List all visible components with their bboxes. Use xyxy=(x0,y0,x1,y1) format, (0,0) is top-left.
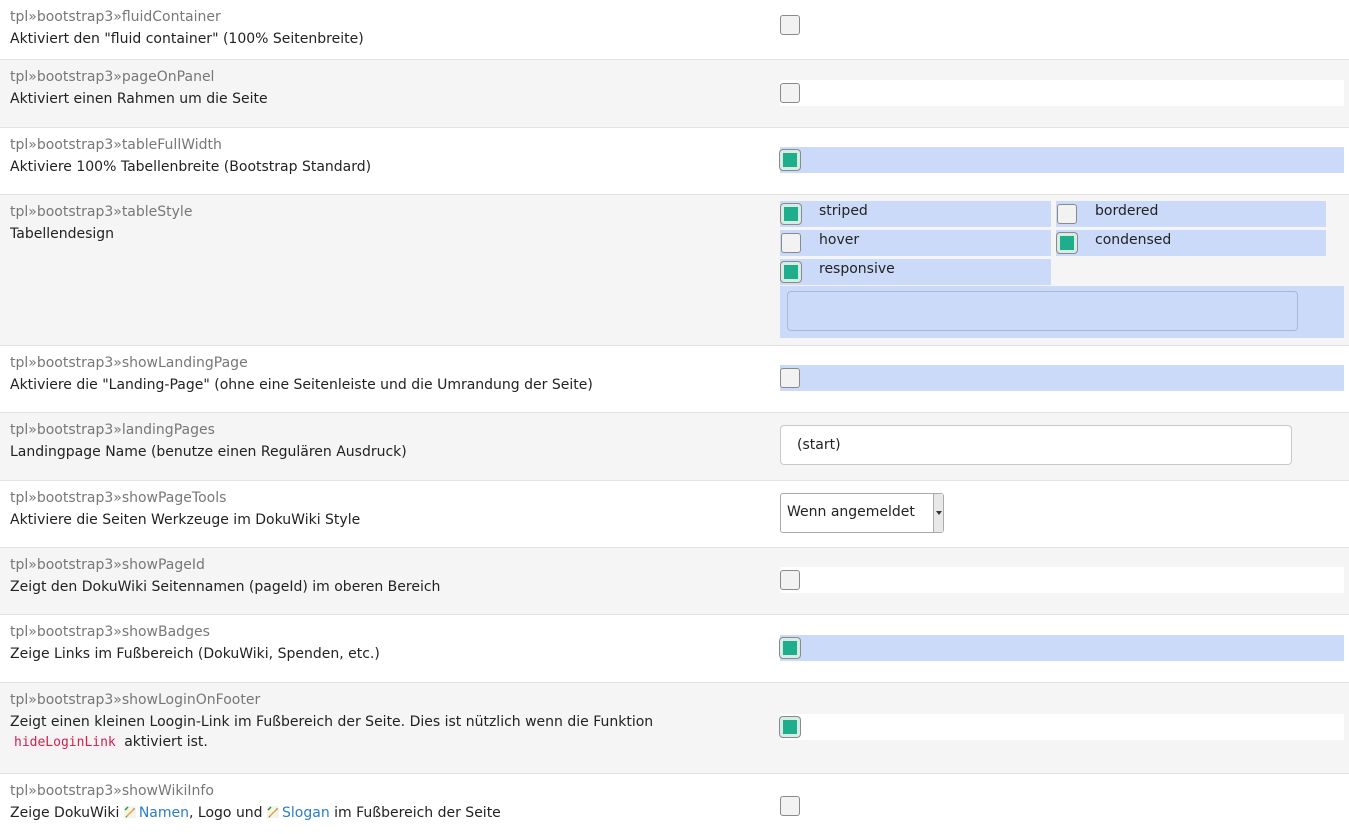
setting-label: tpl»bootstrap3»showPageId Zeigt den Doku… xyxy=(10,555,760,597)
checkbox-wrap xyxy=(780,147,1344,173)
description-mid: , Logo und xyxy=(189,805,263,821)
setting-key: tpl»bootstrap3»tableStyle xyxy=(10,204,193,220)
setting-description: Aktiviert den "fluid container" (100% Se… xyxy=(10,31,364,47)
option-striped[interactable]: striped xyxy=(780,201,1051,227)
showpagetools-select[interactable]: Wenn angemeldet xyxy=(780,493,944,533)
setting-row-tablestyle: tpl»bootstrap3»tableStyle Tabellendesign… xyxy=(0,195,1349,346)
setting-key: tpl»bootstrap3»showLandingPage xyxy=(10,355,248,371)
setting-row-fluidcontainer: tpl»bootstrap3»fluidContainer Aktiviert … xyxy=(0,0,1349,60)
setting-row-showloginonfooter: tpl»bootstrap3»showLoginOnFooter Zeigt e… xyxy=(0,683,1349,774)
pencil-icon xyxy=(123,806,136,818)
option-bordered[interactable]: bordered xyxy=(1056,201,1326,227)
select-value: Wenn angemeldet xyxy=(787,504,915,520)
setting-label: tpl»bootstrap3»landingPages Landingpage … xyxy=(10,420,760,462)
setting-key: tpl»bootstrap3»landingPages xyxy=(10,422,215,438)
setting-description: Aktiviert einen Rahmen um die Seite xyxy=(10,91,268,107)
checkbox-wrap xyxy=(780,714,1344,740)
pencil-icon xyxy=(267,806,280,818)
option-label: striped xyxy=(819,203,868,219)
showpageid-checkbox[interactable] xyxy=(780,570,800,590)
option-hover[interactable]: hover xyxy=(780,230,1051,256)
option-condensed[interactable]: condensed xyxy=(1056,230,1326,256)
setting-row-showlandingpage: tpl»bootstrap3»showLandingPage Aktiviere… xyxy=(0,346,1349,413)
tablefullwidth-checkbox[interactable] xyxy=(780,150,800,170)
setting-description: Zeige DokuWiki Namen, Logo und Slogan im… xyxy=(10,803,760,823)
setting-key: tpl»bootstrap3»showWikiInfo xyxy=(10,783,214,799)
setting-key: tpl»bootstrap3»showPageTools xyxy=(10,490,227,506)
option-label: bordered xyxy=(1095,203,1159,219)
showwikiinfo-checkbox[interactable] xyxy=(780,796,800,816)
checkbox-wrap xyxy=(780,635,1344,661)
setting-label: tpl»bootstrap3»tableFullWidth Aktiviere … xyxy=(10,135,760,177)
setting-label: tpl»bootstrap3»pageOnPanel Aktiviert ein… xyxy=(10,67,760,109)
option-label: responsive xyxy=(819,261,895,277)
landingpages-input[interactable]: (start) xyxy=(780,425,1292,465)
setting-label: tpl»bootstrap3»showLoginOnFooter Zeigt e… xyxy=(10,690,760,753)
description-prefix: Zeige DokuWiki xyxy=(10,805,120,821)
setting-description: Aktiviere die "Landing-Page" (ohne eine … xyxy=(10,377,593,393)
option-label: condensed xyxy=(1095,232,1172,248)
chevron-down-icon[interactable] xyxy=(933,494,943,532)
setting-description: Aktiviere die Seiten Werkzeuge im DokuWi… xyxy=(10,512,361,528)
setting-label: tpl»bootstrap3»showBadges Zeige Links im… xyxy=(10,622,760,664)
pageonpanel-checkbox[interactable] xyxy=(780,83,800,103)
setting-row-showpagetools: tpl»bootstrap3»showPageTools Aktiviere d… xyxy=(0,481,1349,548)
setting-description: Landingpage Name (benutze einen Reguläre… xyxy=(10,444,407,460)
responsive-checkbox[interactable] xyxy=(781,262,801,282)
setting-key: tpl»bootstrap3»showLoginOnFooter xyxy=(10,692,261,708)
checkbox-wrap xyxy=(780,12,1344,38)
setting-key: tpl»bootstrap3»fluidContainer xyxy=(10,9,221,25)
showlandingpage-checkbox[interactable] xyxy=(780,368,800,388)
setting-row-showwikiinfo: tpl»bootstrap3»showWikiInfo Zeige DokuWi… xyxy=(0,774,1349,834)
option-label: hover xyxy=(819,232,860,248)
setting-row-tablefullwidth: tpl»bootstrap3»tableFullWidth Aktiviere … xyxy=(0,128,1349,195)
setting-description: Zeigt einen kleinen Loogin-Link im Fußbe… xyxy=(10,712,760,753)
checkbox-wrap xyxy=(780,567,1344,593)
condensed-checkbox[interactable] xyxy=(1057,233,1077,253)
setting-key: tpl»bootstrap3»tableFullWidth xyxy=(10,137,222,153)
checkbox-wrap xyxy=(780,365,1344,391)
inline-code: hideLoginLink xyxy=(10,734,120,751)
setting-description: Zeige Links im Fußbereich (DokuWiki, Spe… xyxy=(10,646,380,662)
setting-description: Zeigt den DokuWiki Seitennamen (pageId) … xyxy=(10,579,441,595)
showloginonfooter-checkbox[interactable] xyxy=(780,717,800,737)
setting-row-showpageid: tpl»bootstrap3»showPageId Zeigt den Doku… xyxy=(0,548,1349,615)
checkbox-wrap xyxy=(780,793,1344,819)
setting-row-showbadges: tpl»bootstrap3»showBadges Zeige Links im… xyxy=(0,615,1349,683)
setting-description: Aktiviere 100% Tabellenbreite (Bootstrap… xyxy=(10,159,372,175)
setting-key: tpl»bootstrap3»showBadges xyxy=(10,624,210,640)
tablestyle-extra-input[interactable] xyxy=(787,291,1298,331)
description-suffix: im Fußbereich der Seite xyxy=(334,805,501,821)
setting-row-pageonpanel: tpl»bootstrap3»pageOnPanel Aktiviert ein… xyxy=(0,60,1349,128)
bordered-checkbox[interactable] xyxy=(1057,204,1077,224)
description-text-after: aktiviert ist. xyxy=(124,734,208,750)
setting-row-landingpages: tpl»bootstrap3»landingPages Landingpage … xyxy=(0,413,1349,481)
hover-checkbox[interactable] xyxy=(781,233,801,253)
fluidcontainer-checkbox[interactable] xyxy=(780,15,800,35)
setting-key: tpl»bootstrap3»showPageId xyxy=(10,557,205,573)
showbadges-checkbox[interactable] xyxy=(780,638,800,658)
setting-key: tpl»bootstrap3»pageOnPanel xyxy=(10,69,215,85)
setting-label: tpl»bootstrap3»tableStyle Tabellendesign xyxy=(10,202,760,244)
option-responsive[interactable]: responsive xyxy=(780,259,1051,285)
setting-label: tpl»bootstrap3»showPageTools Aktiviere d… xyxy=(10,488,760,530)
striped-checkbox[interactable] xyxy=(781,204,801,224)
setting-label: tpl»bootstrap3»showLandingPage Aktiviere… xyxy=(10,353,760,395)
setting-label: tpl»bootstrap3»fluidContainer Aktiviert … xyxy=(10,7,760,49)
extra-input-wrap xyxy=(780,286,1344,338)
wiki-name-link[interactable]: Namen xyxy=(139,805,189,821)
description-text: Zeigt einen kleinen Loogin-Link im Fußbe… xyxy=(10,714,654,730)
setting-label: tpl»bootstrap3»showWikiInfo Zeige DokuWi… xyxy=(10,781,760,823)
setting-description: Tabellendesign xyxy=(10,226,115,242)
wiki-slogan-link[interactable]: Slogan xyxy=(282,805,330,821)
checkbox-wrap xyxy=(780,80,1344,106)
